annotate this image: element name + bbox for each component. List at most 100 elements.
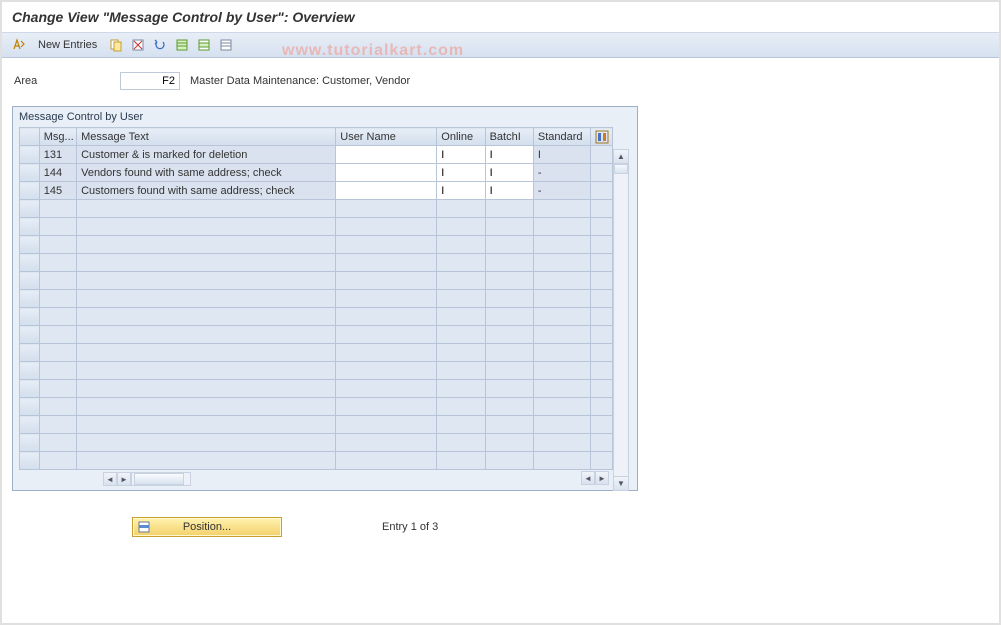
cell-online[interactable] — [437, 164, 485, 182]
vertical-scrollbar[interactable]: ▲ ▼ — [613, 149, 629, 491]
col-batch[interactable]: BatchI — [485, 128, 533, 146]
row-selector[interactable] — [20, 200, 40, 218]
cell-standard — [533, 362, 590, 380]
cell-msg — [39, 326, 76, 344]
deselect-all-icon[interactable] — [217, 36, 235, 54]
cell-pad — [590, 326, 612, 344]
batch-input[interactable] — [486, 146, 533, 163]
col-text[interactable]: Message Text — [77, 128, 336, 146]
table-row — [20, 434, 613, 452]
cell-text — [77, 326, 336, 344]
row-selector[interactable] — [20, 452, 40, 470]
table-row — [20, 254, 613, 272]
user-input[interactable] — [336, 146, 436, 163]
online-input[interactable] — [437, 182, 484, 199]
cell-user — [336, 380, 437, 398]
hscroll-right2-icon[interactable]: ► — [595, 471, 609, 485]
new-entries-button[interactable]: New Entries — [32, 36, 103, 54]
row-selector[interactable] — [20, 434, 40, 452]
row-selector[interactable] — [20, 326, 40, 344]
scroll-down-icon[interactable]: ▼ — [614, 476, 628, 490]
cell-text — [77, 218, 336, 236]
cell-user[interactable] — [336, 182, 437, 200]
online-input[interactable] — [437, 146, 484, 163]
hscroll-thumb-left[interactable] — [134, 473, 184, 485]
cell-batch — [485, 236, 533, 254]
cell-user — [336, 236, 437, 254]
position-button[interactable]: Position... — [132, 517, 282, 537]
page-title-text: Change View "Message Control by User": O… — [12, 9, 355, 25]
cell-standard — [533, 308, 590, 326]
cell-batch — [485, 254, 533, 272]
cell-batch[interactable] — [485, 182, 533, 200]
user-input[interactable] — [336, 164, 436, 181]
col-online[interactable]: Online — [437, 128, 485, 146]
online-input[interactable] — [437, 164, 484, 181]
cell-standard — [533, 218, 590, 236]
batch-input[interactable] — [486, 182, 533, 199]
cell-batch[interactable] — [485, 146, 533, 164]
scroll-thumb[interactable] — [614, 164, 628, 174]
cell-online[interactable] — [437, 182, 485, 200]
user-input[interactable] — [336, 182, 436, 199]
cell-msg — [39, 344, 76, 362]
cell-online — [437, 308, 485, 326]
cell-text — [77, 236, 336, 254]
batch-input[interactable] — [486, 164, 533, 181]
hscroll-left2-icon[interactable]: ◄ — [581, 471, 595, 485]
cell-batch — [485, 272, 533, 290]
cell-pad — [590, 398, 612, 416]
cell-msg — [39, 308, 76, 326]
row-selector[interactable] — [20, 416, 40, 434]
row-selector[interactable] — [20, 272, 40, 290]
horizontal-scrollbar-left-group: ◄ ► — [103, 472, 631, 486]
select-block-icon[interactable] — [195, 36, 213, 54]
row-selector[interactable] — [20, 344, 40, 362]
col-standard[interactable]: Standard — [533, 128, 590, 146]
delete-icon[interactable] — [129, 36, 147, 54]
cell-batch[interactable] — [485, 164, 533, 182]
table-row — [20, 272, 613, 290]
cell-text — [77, 254, 336, 272]
row-selector[interactable] — [20, 380, 40, 398]
area-label: Area — [14, 75, 114, 87]
row-selector[interactable] — [20, 362, 40, 380]
row-selector[interactable] — [20, 164, 40, 182]
cell-text — [77, 416, 336, 434]
cell-user — [336, 272, 437, 290]
position-label: Position... — [183, 521, 231, 533]
select-all-rows[interactable] — [20, 128, 40, 146]
scroll-up-icon[interactable]: ▲ — [614, 150, 628, 164]
table-config-icon[interactable] — [590, 128, 612, 146]
col-user[interactable]: User Name — [336, 128, 437, 146]
hscroll-left-icon[interactable]: ◄ — [103, 472, 117, 486]
col-msg[interactable]: Msg... — [39, 128, 76, 146]
select-all-icon[interactable] — [173, 36, 191, 54]
row-selector[interactable] — [20, 146, 40, 164]
cell-batch — [485, 308, 533, 326]
area-input[interactable] — [120, 72, 180, 90]
copy-as-icon[interactable] — [107, 36, 125, 54]
row-selector[interactable] — [20, 236, 40, 254]
hscroll-right-icon[interactable]: ► — [117, 472, 131, 486]
undo-icon[interactable] — [151, 36, 169, 54]
cell-online[interactable] — [437, 146, 485, 164]
row-selector[interactable] — [20, 308, 40, 326]
cell-standard: - — [533, 164, 590, 182]
cell-user[interactable] — [336, 146, 437, 164]
row-selector[interactable] — [20, 182, 40, 200]
table-row — [20, 362, 613, 380]
cell-pad — [590, 272, 612, 290]
hscroll-track-left[interactable] — [131, 472, 191, 486]
cell-user[interactable] — [336, 164, 437, 182]
cell-pad — [590, 164, 612, 182]
cell-user — [336, 254, 437, 272]
row-selector[interactable] — [20, 218, 40, 236]
row-selector[interactable] — [20, 290, 40, 308]
toggle-icon[interactable] — [10, 36, 28, 54]
cell-pad — [590, 236, 612, 254]
cell-standard — [533, 254, 590, 272]
row-selector[interactable] — [20, 254, 40, 272]
row-selector[interactable] — [20, 398, 40, 416]
table-row — [20, 290, 613, 308]
